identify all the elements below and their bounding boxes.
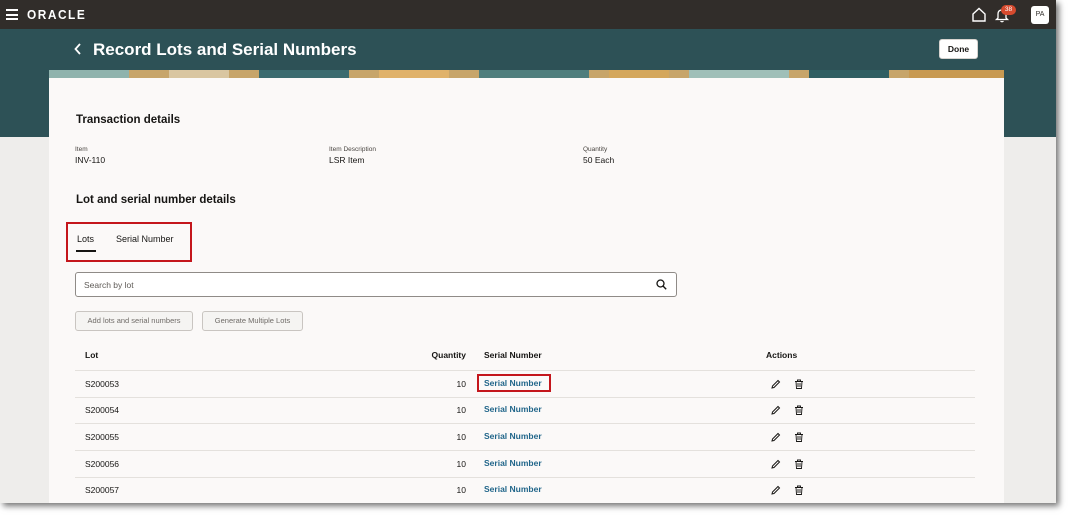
home-icon[interactable] xyxy=(971,7,987,22)
add-lots-and-serial-numbers-button[interactable]: Add lots and serial numbers xyxy=(75,311,193,331)
quantity-value: 50 Each xyxy=(583,155,615,165)
item-description-label: Item Description xyxy=(329,146,376,153)
lot-cell: S200053 xyxy=(85,379,120,389)
search-input[interactable] xyxy=(84,278,644,292)
page-title: Record Lots and Serial Numbers xyxy=(93,40,357,59)
oracle-logo: ORACLE xyxy=(27,8,87,22)
column-header-actions: Actions xyxy=(766,350,798,360)
quantity-cell: 10 xyxy=(456,459,466,469)
content-card: Transaction details Item INV-110 Item De… xyxy=(49,78,1004,503)
serial-number-link[interactable]: Serial Number xyxy=(484,484,542,494)
item-value: INV-110 xyxy=(75,155,106,165)
serial-number-link[interactable]: Serial Number xyxy=(484,458,542,468)
hamburger-menu-icon[interactable] xyxy=(6,9,18,20)
search-icon[interactable] xyxy=(656,279,667,290)
user-avatar[interactable]: PA xyxy=(1031,6,1049,24)
quantity-label: Quantity xyxy=(583,146,608,153)
lot-cell: S200057 xyxy=(85,485,120,495)
column-header-quantity: Quantity xyxy=(431,350,466,360)
serial-number-link[interactable]: Serial Number xyxy=(484,431,542,441)
transaction-details-title: Transaction details xyxy=(76,114,181,126)
global-header: ORACLE 38 PA xyxy=(0,0,1056,29)
item-description-value: LSR Item xyxy=(329,155,365,165)
pencil-icon[interactable] xyxy=(771,405,781,415)
row-divider xyxy=(75,423,975,424)
quantity-cell: 10 xyxy=(456,432,466,442)
quantity-cell: 10 xyxy=(456,485,466,495)
notification-count-badge: 38 xyxy=(1001,5,1016,15)
trash-icon[interactable] xyxy=(794,379,804,389)
pencil-icon[interactable] xyxy=(771,485,781,495)
column-header-serial-number: Serial Number xyxy=(484,350,542,360)
row-divider xyxy=(75,397,975,398)
pencil-icon[interactable] xyxy=(771,379,781,389)
pencil-icon[interactable] xyxy=(771,432,781,442)
trash-icon[interactable] xyxy=(794,485,804,495)
chevron-left-icon[interactable] xyxy=(73,42,83,56)
search-box xyxy=(75,272,677,297)
generate-multiple-lots-button[interactable]: Generate Multiple Lots xyxy=(202,311,303,331)
serial-link-highlight-box xyxy=(477,374,551,392)
lot-cell: S200056 xyxy=(85,459,120,469)
trash-icon[interactable] xyxy=(794,432,804,442)
tabs-highlight-box xyxy=(66,222,192,262)
quantity-cell: 10 xyxy=(456,405,466,415)
serial-number-link[interactable]: Serial Number xyxy=(484,404,542,414)
row-divider xyxy=(75,477,975,478)
done-button[interactable]: Done xyxy=(939,39,978,59)
lot-serial-details-title: Lot and serial number details xyxy=(76,194,236,206)
lot-cell: S200054 xyxy=(85,405,120,415)
lot-cell: S200055 xyxy=(85,432,120,442)
pencil-icon[interactable] xyxy=(771,459,781,469)
decorative-banner xyxy=(49,70,1004,78)
header-divider xyxy=(75,370,975,371)
item-label: Item xyxy=(75,146,88,153)
quantity-cell: 10 xyxy=(456,379,466,389)
trash-icon[interactable] xyxy=(794,459,804,469)
app-window: ORACLE 38 PA Record Lots and Serial Numb… xyxy=(0,0,1056,503)
row-divider xyxy=(75,450,975,451)
trash-icon[interactable] xyxy=(794,405,804,415)
column-header-lot: Lot xyxy=(85,350,99,360)
